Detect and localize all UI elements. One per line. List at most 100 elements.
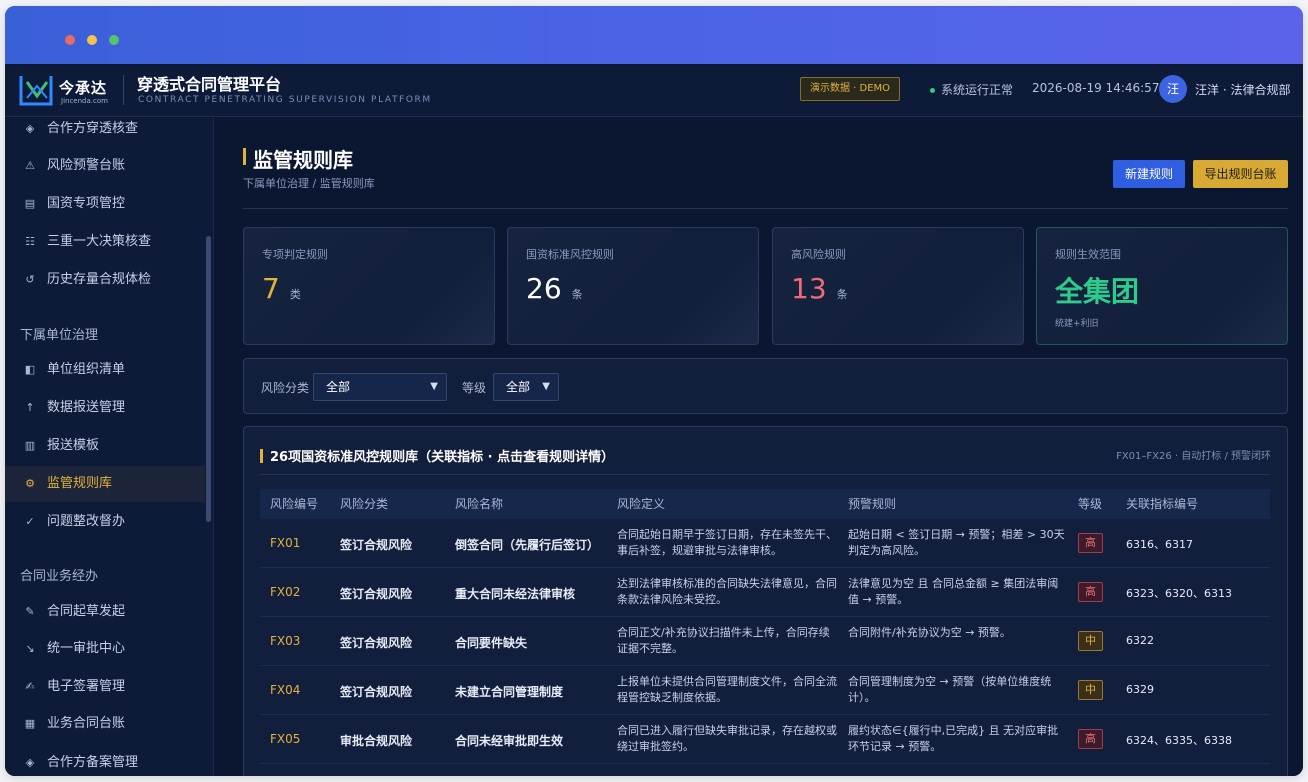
table-row[interactable]: FX05 审批合规风险 合同未经审批即生效 合同已进入履行但缺失审批记录，存在越… (260, 715, 1270, 764)
export-ledger-button[interactable]: 导出规则台账 (1193, 160, 1288, 188)
sidebar-item-decision-check[interactable]: ☷ 三重一大决策核查 (5, 224, 205, 260)
system-status: 系统运行正常 (930, 81, 1013, 98)
partner-icon: ◈ (25, 756, 35, 769)
ledger-icon: ▤ (24, 197, 36, 210)
column-header-name[interactable]: 风险名称 (455, 489, 503, 519)
panel-accent-bar (260, 449, 263, 463)
sidebar-item-label: 监管规则库 (47, 476, 113, 491)
template-icon: ▥ (24, 439, 36, 452)
sidebar-item-label: 合同起草发起 (47, 604, 126, 619)
stat-value: 26 条 (526, 272, 583, 305)
close-window-button[interactable] (65, 35, 75, 45)
risk-code[interactable]: FX05 (270, 732, 300, 746)
title-divider (243, 208, 1288, 209)
table-row[interactable]: FX02 签订合规风险 重大合同未经法律审核 达到法律审核标准的合同缺失法律意见… (260, 568, 1270, 617)
sidebar-item-label: 风险预警台账 (47, 158, 126, 173)
sidebar-item-data-report[interactable]: ↑ 数据报送管理 (5, 390, 205, 426)
sidebar-item-label: 三重一大决策核查 (47, 234, 152, 249)
level-select[interactable]: 全部 ▼ (493, 373, 559, 401)
column-header-rule[interactable]: 预警规则 (848, 489, 896, 519)
column-header-definition[interactable]: 风险定义 (617, 489, 665, 519)
stat-label: 专项判定规则 (262, 248, 328, 261)
warning-icon: ⚠ (25, 159, 35, 172)
group-icon: ☷ (25, 235, 35, 248)
category-select-value: 全部 (326, 380, 351, 394)
risk-code[interactable]: FX02 (270, 585, 300, 599)
indicator-codes: 6329 (1126, 683, 1154, 696)
warning-rule: 履约状态∈{履行中,已完成} 且 无对应审批环节记录 → 预警。 (848, 724, 1059, 753)
panel-divider (260, 474, 1270, 475)
warning-rule: 法律意见为空 且 合同总金额 ≥ 集团法审阈值 → 预警。 (848, 577, 1059, 606)
gear-icon: ⚙ (25, 477, 35, 490)
stat-unit: 条 (836, 288, 848, 301)
risk-code[interactable]: FX03 (270, 634, 300, 648)
level-badge: 中 (1078, 631, 1103, 651)
level-badge: 高 (1078, 533, 1103, 553)
table-icon: ▦ (24, 717, 36, 730)
table-row[interactable]: FX04 签订合规风险 未建立合同管理制度 上报单位未提供合同管理制度文件，合同… (260, 666, 1270, 715)
app-header: 今承达 Jincenda.com 穿透式合同管理平台 CONTRACT PENE… (5, 65, 1303, 117)
sidebar-group-contract-ops: 合同业务经办 (20, 569, 99, 584)
sidebar-item-e-sign[interactable]: ✍ 电子签署管理 (5, 669, 205, 705)
indicator-codes: 6322 (1126, 634, 1154, 647)
stat-card-high-risk-rules: 高风险规则 13 条 (772, 227, 1024, 345)
user-name[interactable]: 汪洋 · 法律合规部 (1195, 81, 1290, 98)
sidebar-item-approval-center[interactable]: ↘ 统一审批中心 (5, 631, 205, 667)
sidebar-item-contract-ledger[interactable]: ▦ 业务合同台账 (5, 706, 205, 742)
category-select[interactable]: 全部 ▼ (313, 373, 447, 401)
risk-name: 重大合同未经法律审核 (455, 587, 576, 601)
column-header-code[interactable]: 风险编号 (270, 489, 318, 519)
sidebar-item-partner-check[interactable]: ◈ 合作方穿透核查 (5, 118, 205, 147)
sidebar-item-sasac-control[interactable]: ▤ 国资专项管控 (5, 186, 205, 222)
sidebar-item-rule-library[interactable]: ⚙ 监管规则库 (5, 466, 205, 502)
warning-rule: 合同管理制度为空 → 预警（按单位维度统计）。 (848, 675, 1052, 704)
risk-name: 合同要件缺失 (455, 636, 528, 650)
sidebar-item-partner-filing[interactable]: ◈ 合作方备案管理 (5, 745, 205, 776)
stat-card-standard-rules: 国资标准风控规则 26 条 (507, 227, 759, 345)
warning-rule: 合同附件/补充协议为空 → 预警。 (848, 626, 1011, 639)
sidebar-item-contract-draft[interactable]: ✎ 合同起草发起 (5, 594, 205, 630)
breadcrumb: 下属单位治理 / 监管规则库 (243, 177, 375, 190)
sidebar-item-history-check[interactable]: ↺ 历史存量合规体检 (5, 262, 205, 298)
stat-value: 13 条 (791, 272, 848, 305)
app-title: 穿透式合同管理平台 (137, 75, 282, 94)
sidebar-item-risk-ledger[interactable]: ⚠ 风险预警台账 (5, 148, 205, 184)
table-header: 风险编号 风险分类 风险名称 风险定义 预警规则 等级 关联指标编号 (260, 489, 1270, 519)
level-badge: 中 (1078, 680, 1103, 700)
status-dot-icon (930, 88, 935, 93)
risk-category: 签订合规风险 (340, 587, 413, 601)
pen-icon: ✎ (25, 605, 35, 618)
table-row[interactable]: FX01 签订合规风险 倒签合同（先履行后签订） 合同起始日期早于签订日期，存在… (260, 519, 1270, 568)
avatar[interactable]: 汪 (1159, 75, 1187, 103)
stat-card-scope: 规则生效范围 全集团 统建+利旧 (1036, 227, 1288, 345)
stat-card-special-rules: 专项判定规则 7类 (243, 227, 495, 345)
risk-code[interactable]: FX01 (270, 536, 300, 550)
risk-code[interactable]: FX04 (270, 683, 300, 697)
sidebar-item-rectification[interactable]: ✓ 问题整改督办 (5, 504, 205, 540)
stat-label: 高风险规则 (791, 248, 846, 261)
sidebar-scrollbar[interactable] (206, 236, 211, 522)
sign-icon: ✍ (25, 680, 35, 693)
chevron-down-icon: ▼ (542, 381, 550, 392)
column-header-indicators[interactable]: 关联指标编号 (1126, 489, 1198, 519)
sidebar-item-label: 报送模板 (47, 438, 100, 453)
app-window: 今承达 Jincenda.com 穿透式合同管理平台 CONTRACT PENE… (5, 6, 1303, 776)
category-filter-label: 风险分类 (261, 381, 310, 395)
risk-category: 审批合规风险 (340, 734, 413, 748)
risk-category: 签订合规风险 (340, 685, 413, 699)
brand-logo-icon (19, 76, 53, 106)
sidebar-item-report-template[interactable]: ▥ 报送模板 (5, 428, 205, 464)
column-header-level[interactable]: 等级 (1078, 489, 1102, 519)
sidebar-group-subsidiary: 下属单位治理 (20, 328, 99, 343)
header-divider (123, 75, 124, 105)
risk-definition: 上报单位未提供合同管理制度文件，合同全流程管控缺乏制度依据。 (617, 675, 837, 704)
table-row[interactable]: FX03 签订合规风险 合同要件缺失 合同正文/补充协议扫描件未上传，合同存续证… (260, 617, 1270, 666)
new-rule-button[interactable]: 新建规则 (1113, 160, 1185, 188)
sidebar-item-org-list[interactable]: ◧ 单位组织清单 (5, 352, 205, 388)
demo-badge: 演示数据 · DEMO (800, 77, 901, 101)
column-header-category[interactable]: 风险分类 (340, 489, 388, 519)
indicator-codes: 6324、6335、6338 (1126, 734, 1232, 747)
app-subtitle: CONTRACT PENETRATING SUPERVISION PLATFOR… (138, 95, 432, 105)
minimize-window-button[interactable] (87, 35, 97, 45)
maximize-window-button[interactable] (109, 35, 119, 45)
